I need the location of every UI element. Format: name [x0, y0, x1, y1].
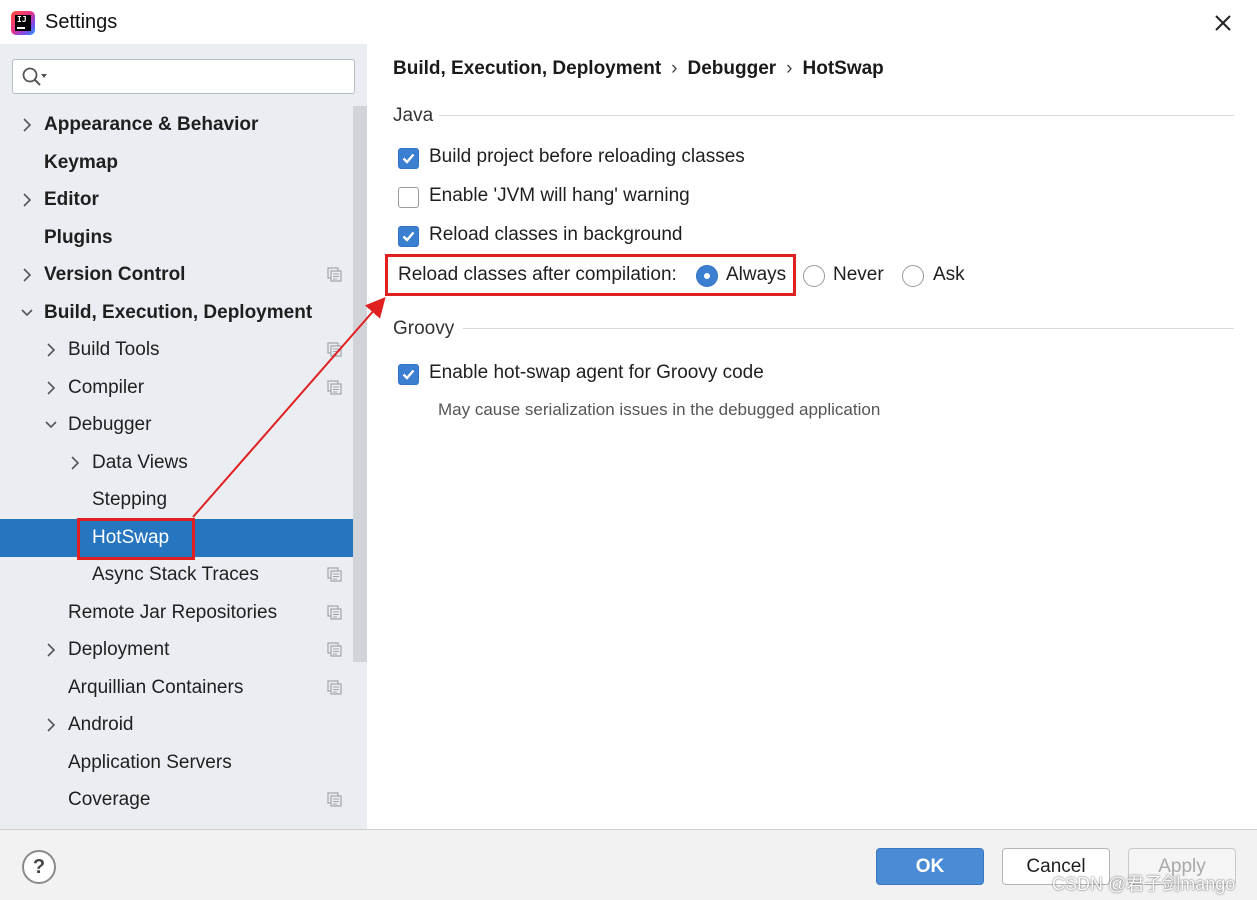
sidebar-item-label: Arquillian Containers — [68, 677, 244, 698]
project-level-icon — [327, 567, 342, 582]
sidebar-scrollbar[interactable] — [353, 106, 367, 662]
sidebar-item-label: Android — [68, 714, 134, 735]
sidebar-item-label: Keymap — [44, 152, 118, 173]
sidebar-item-remote-jar-repositories[interactable]: Remote Jar Repositories — [0, 594, 367, 632]
project-level-icon — [327, 342, 342, 357]
reload-after-compilation-label: Reload classes after compilation: — [398, 264, 677, 285]
build-before-reload-label: Build project before reloading classes — [429, 146, 745, 167]
radio-never[interactable] — [803, 265, 825, 287]
chevron-right-icon[interactable] — [45, 380, 57, 396]
sidebar-item-build-tools[interactable]: Build Tools — [0, 331, 367, 369]
chevron-right-icon[interactable] — [45, 342, 57, 358]
close-icon[interactable] — [1210, 10, 1236, 36]
check-icon — [402, 153, 415, 164]
check-icon — [402, 369, 415, 380]
jvm-hang-warning-checkbox[interactable] — [398, 187, 419, 208]
sidebar-item-debugger[interactable]: Debugger — [0, 406, 367, 444]
check-icon — [402, 231, 415, 242]
java-section-title: Java — [393, 105, 434, 126]
breadcrumb-debugger: Debugger — [687, 58, 777, 79]
sidebar-item-android[interactable]: Android — [0, 706, 367, 744]
project-level-icon — [327, 642, 342, 657]
breadcrumb-separator: › — [671, 58, 678, 79]
sidebar-item-async-stack-traces[interactable]: Async Stack Traces — [0, 556, 367, 594]
sidebar-item-application-servers[interactable]: Application Servers — [0, 744, 367, 782]
sidebar-item-hotswap[interactable]: HotSwap — [0, 519, 367, 557]
title-bar: IJ Settings — [0, 0, 1257, 44]
chevron-right-icon[interactable] — [45, 642, 57, 658]
sidebar-item-label: HotSwap — [92, 527, 170, 548]
sidebar-item-label: Compiler — [68, 377, 145, 398]
dialog-footer: ? OK Cancel Apply CSDN @君子剑mango — [0, 829, 1257, 900]
sidebar-item-compiler[interactable]: Compiler — [0, 369, 367, 407]
breadcrumb-hotswap: HotSwap — [802, 58, 884, 79]
sidebar-item-stepping[interactable]: Stepping — [0, 481, 367, 519]
sidebar-item-plugins[interactable]: Plugins — [0, 219, 367, 257]
groovy-hotswap-agent-label: Enable hot-swap agent for Groovy code — [429, 362, 764, 383]
sidebar-item-appearance-and-behavior[interactable]: Appearance & Behavior — [0, 106, 367, 144]
groovy-hotswap-hint: May cause serialization issues in the de… — [438, 400, 881, 419]
sidebar-item-data-views[interactable]: Data Views — [0, 444, 367, 482]
chevron-down-icon[interactable] — [45, 417, 57, 433]
reload-after-compilation-group: Reload classes after compilation: Always… — [397, 262, 987, 292]
project-level-icon — [327, 605, 342, 620]
chevron-down-icon[interactable] — [21, 305, 33, 321]
sidebar-item-label: Debugger — [68, 414, 152, 435]
sidebar-item-label: Stepping — [92, 489, 168, 510]
reload-in-background-checkbox[interactable] — [398, 226, 419, 247]
java-section-divider — [439, 115, 1234, 116]
chevron-right-icon[interactable] — [45, 717, 57, 733]
intellij-app-icon: IJ — [11, 11, 35, 35]
breadcrumb-separator: › — [786, 58, 793, 79]
help-button[interactable]: ? — [22, 850, 56, 884]
sidebar-item-coverage[interactable]: Coverage — [0, 781, 367, 819]
sidebar-item-editor[interactable]: Editor — [0, 181, 367, 219]
jvm-hang-warning-label: Enable 'JVM will hang' warning — [429, 185, 690, 206]
hotswap-settings-panel: Build, Execution, Deployment › Debugger › Ho… — [367, 44, 1257, 829]
sidebar-item-label: Async Stack Traces — [92, 564, 259, 585]
sidebar-item-label: Application Servers — [68, 752, 232, 773]
sidebar-item-label: Version Control — [44, 264, 186, 285]
chevron-right-icon[interactable] — [69, 455, 81, 471]
sidebar-item-label: Coverage — [68, 789, 151, 810]
sidebar-item-label: Build Tools — [68, 339, 160, 360]
breadcrumb-build-execution-deployment: Build, Execution, Deployment — [393, 58, 662, 79]
sidebar-item-deployment[interactable]: Deployment — [0, 631, 367, 669]
sidebar-item-label: Build, Execution, Deployment — [44, 302, 313, 323]
csdn-watermark: CSDN @君子剑mango — [1052, 874, 1236, 894]
chevron-right-icon[interactable] — [21, 267, 33, 283]
reload-in-background-label: Reload classes in background — [429, 224, 683, 245]
sidebar-item-label: Deployment — [68, 639, 170, 660]
settings-sidebar: Appearance & Behavior Keymap Editor Plugins… — [0, 44, 367, 829]
sidebar-item-label: Appearance & Behavior — [44, 114, 259, 135]
search-icon[interactable] — [21, 66, 49, 88]
radio-ask[interactable] — [902, 265, 924, 287]
chevron-right-icon[interactable] — [21, 192, 33, 208]
sidebar-item-label: Remote Jar Repositories — [68, 602, 278, 623]
sidebar-item-label: Data Views — [92, 452, 188, 473]
project-level-icon — [327, 380, 342, 395]
breadcrumb: Build, Execution, Deployment › Debugger › Ho… — [393, 58, 884, 80]
sidebar-item-keymap[interactable]: Keymap — [0, 144, 367, 182]
project-level-icon — [327, 680, 342, 695]
radio-always[interactable] — [696, 265, 718, 287]
sidebar-item-label: Plugins — [44, 227, 113, 248]
ok-button[interactable]: OK — [876, 848, 984, 885]
sidebar-item-label: Editor — [44, 189, 99, 210]
build-before-reload-checkbox[interactable] — [398, 148, 419, 169]
sidebar-item-build-execution-deployment[interactable]: Build, Execution, Deployment — [0, 294, 367, 332]
radio-ask-label[interactable]: Ask — [933, 264, 965, 286]
groovy-section-title: Groovy — [393, 318, 455, 339]
window-title: Settings — [45, 11, 118, 33]
sidebar-item-arquillian-containers[interactable]: Arquillian Containers — [0, 669, 367, 707]
project-level-icon — [327, 267, 342, 282]
chevron-right-icon[interactable] — [21, 117, 33, 133]
search-input[interactable] — [12, 59, 355, 94]
groovy-hotswap-agent-checkbox[interactable] — [398, 364, 419, 385]
radio-never-label[interactable]: Never — [833, 264, 884, 286]
sidebar-item-version-control[interactable]: Version Control — [0, 256, 367, 294]
project-level-icon — [327, 792, 342, 807]
radio-always-label[interactable]: Always — [726, 264, 786, 286]
groovy-section-divider — [463, 328, 1234, 329]
